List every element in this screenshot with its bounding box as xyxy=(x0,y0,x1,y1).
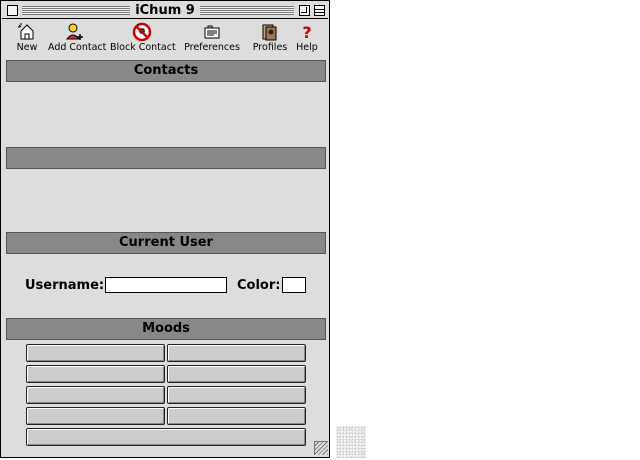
moods-header: Moods xyxy=(6,318,326,340)
group-header xyxy=(6,147,326,169)
toolbar: New Add Contact Block Contact Preference… xyxy=(2,20,328,58)
mood-button[interactable] xyxy=(26,365,165,383)
add-contact-label: Add Contact xyxy=(48,42,107,53)
profiles-icon xyxy=(251,22,289,42)
profiles-button[interactable]: Profiles xyxy=(251,22,289,54)
block-contact-button[interactable]: Block Contact xyxy=(110,22,176,54)
block-contact-label: Block Contact xyxy=(110,42,176,53)
window-title: iChum 9 xyxy=(130,3,200,18)
color-label: Color: xyxy=(237,278,281,293)
new-button[interactable]: New xyxy=(12,22,42,54)
profiles-label: Profiles xyxy=(252,42,288,53)
svg-text:?: ? xyxy=(302,23,311,42)
username-label: Username: xyxy=(25,278,105,293)
windowshade-box[interactable] xyxy=(314,5,325,16)
desktop-pattern xyxy=(336,426,366,458)
group-list[interactable] xyxy=(6,169,326,231)
preferences-label: Preferences xyxy=(184,42,240,53)
resize-grip[interactable] xyxy=(314,441,328,455)
mood-button[interactable] xyxy=(167,365,306,383)
new-document-icon xyxy=(12,22,42,42)
color-swatch[interactable] xyxy=(282,277,306,293)
current-user-header: Current User xyxy=(6,232,326,254)
zoom-box[interactable] xyxy=(299,5,310,16)
add-contact-icon xyxy=(48,22,102,42)
mood-button[interactable] xyxy=(167,386,306,404)
mood-button-wide[interactable] xyxy=(26,428,306,446)
mood-button[interactable] xyxy=(26,344,165,362)
new-button-label: New xyxy=(16,42,38,53)
block-icon xyxy=(110,22,174,42)
mood-button[interactable] xyxy=(26,386,165,404)
add-contact-button[interactable]: Add Contact xyxy=(48,22,107,54)
app-window: iChum 9 New Add Contact Block Contact Pr… xyxy=(0,0,330,458)
mood-button[interactable] xyxy=(26,407,165,425)
current-user-row: Username: Color: xyxy=(6,277,326,297)
preferences-button[interactable]: Preferences xyxy=(183,22,241,54)
mood-button[interactable] xyxy=(167,344,306,362)
username-field[interactable] xyxy=(105,277,227,293)
help-button[interactable]: ? Help xyxy=(295,22,319,54)
preferences-icon xyxy=(183,22,241,42)
contacts-header: Contacts xyxy=(6,60,326,82)
mood-button[interactable] xyxy=(167,407,306,425)
title-bar[interactable]: iChum 9 xyxy=(2,2,328,19)
help-label: Help xyxy=(296,42,318,53)
help-icon: ? xyxy=(295,22,319,42)
contacts-list[interactable] xyxy=(6,82,326,146)
